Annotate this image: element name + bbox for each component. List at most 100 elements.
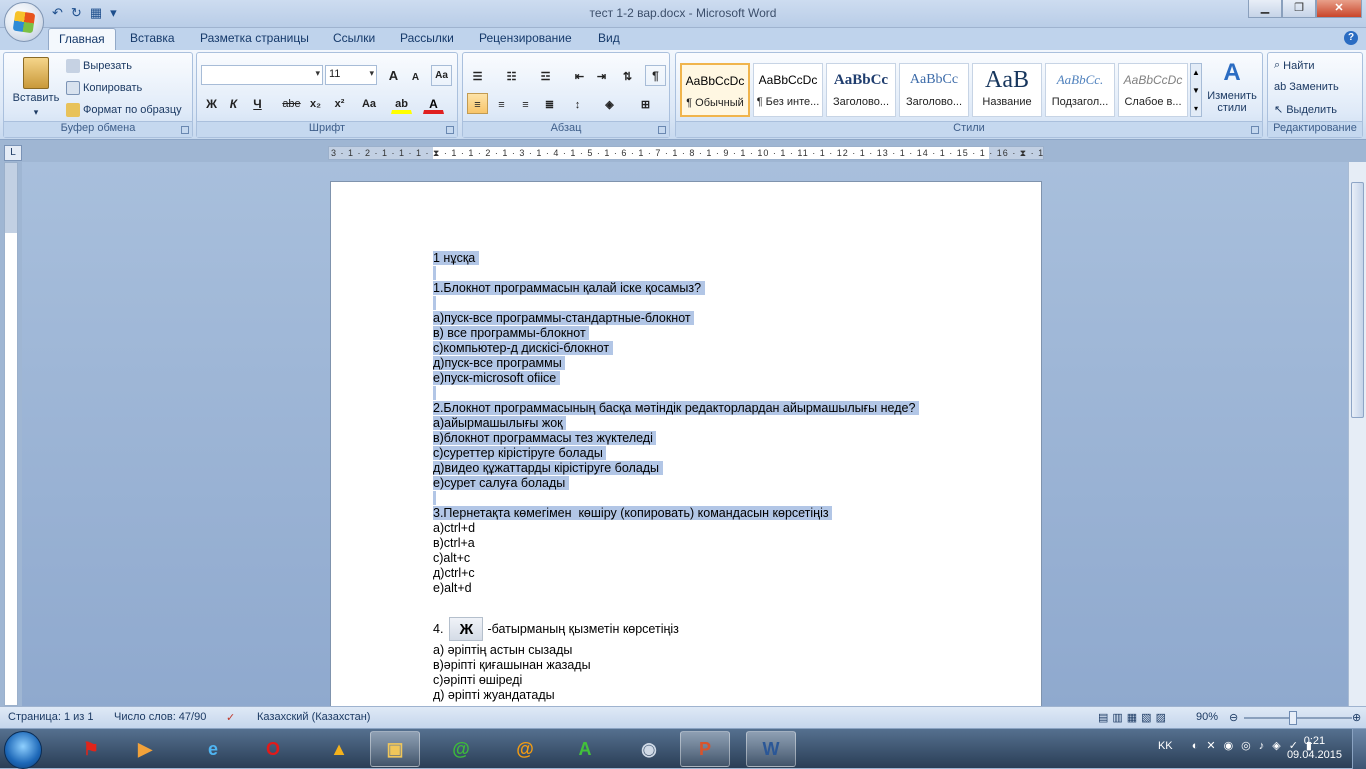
powerpoint-icon[interactable]: P — [680, 731, 730, 767]
horizontal-ruler[interactable]: 3 · 1 · 2 · 1 · 1 · 1 · ⧗ · 1 · 1 · 2 · … — [328, 146, 1044, 160]
word-icon[interactable]: W — [746, 731, 796, 767]
tab-review[interactable]: Рецензирование — [479, 31, 572, 45]
line-spacing-button[interactable]: ↕ — [567, 93, 588, 114]
replace-button[interactable]: ab Заменить — [1274, 81, 1339, 93]
zoom-in-icon[interactable]: ⊕ — [1352, 711, 1361, 724]
font-name-combo[interactable] — [201, 65, 323, 85]
italic-button[interactable]: К — [223, 93, 244, 114]
superscript-button[interactable]: x² — [329, 93, 350, 114]
underline-button[interactable]: Ч — [247, 93, 268, 114]
explorer-icon[interactable]: ▣ — [370, 731, 420, 767]
grow-font-button[interactable]: A — [383, 65, 404, 86]
sort-button[interactable]: ⇅ — [617, 65, 638, 86]
camera-icon[interactable]: ◉ — [624, 731, 674, 767]
shrink-font-button[interactable]: A — [405, 67, 426, 88]
doc-line[interactable]: а)айырмашылығы жоқ — [433, 416, 993, 431]
change-styles-button[interactable]: A Изменить стили — [1204, 59, 1260, 114]
doc-line[interactable]: д)видео құжаттарды кірістіруге болады — [433, 461, 993, 476]
justify-button[interactable]: ≣ — [539, 93, 560, 114]
zoom-slider[interactable] — [1244, 717, 1352, 719]
strikethrough-button[interactable]: abe — [281, 93, 302, 114]
style-title[interactable]: AaB Название — [972, 63, 1042, 117]
align-left-button[interactable]: ≡ — [467, 93, 488, 114]
tab-references[interactable]: Ссылки — [333, 31, 375, 45]
scrollbar-thumb[interactable] — [1351, 182, 1364, 418]
clipboard-launcher-icon[interactable] — [181, 126, 189, 134]
proofing-icon[interactable]: ✓ — [226, 711, 235, 724]
zoom-out-icon[interactable]: ⊖ — [1229, 711, 1238, 724]
cut-button[interactable]: Вырезать — [66, 59, 132, 73]
font-color-button[interactable]: A — [423, 93, 444, 114]
doc-line[interactable]: в)әріпті қиғашынан жазады — [433, 658, 993, 673]
doc-line[interactable]: 2.Блокнот программасының басқа мәтіндік … — [433, 401, 993, 416]
doc-line[interactable]: 3.Пернетақта көмегімен көшіру (копироват… — [433, 506, 993, 521]
document-body[interactable]: 1 нұсқа 1.Блокнот программасын қалай іск… — [433, 251, 993, 703]
doc-line[interactable]: с)суреттер кірістіруге болады — [433, 446, 993, 461]
mail-icon[interactable]: @ — [436, 731, 486, 767]
ie-icon[interactable]: e — [188, 731, 238, 767]
align-center-button[interactable]: ≡ — [491, 93, 512, 114]
style-heading-1[interactable]: AaBbCc Заголово... — [826, 63, 896, 117]
doc-line[interactable]: д)ctrl+c — [433, 566, 993, 581]
style-subtitle[interactable]: AaBbCc. Подзагол... — [1045, 63, 1115, 117]
page-count[interactable]: Страница: 1 из 1 — [8, 711, 94, 723]
word-count[interactable]: Число слов: 47/90 — [114, 711, 206, 723]
doc-line[interactable] — [433, 266, 993, 281]
help-icon[interactable]: ? — [1344, 31, 1358, 45]
doc-line[interactable] — [433, 596, 993, 611]
change-case-button[interactable]: Aa — [355, 93, 383, 114]
find-button[interactable]: ⌕ Найти — [1274, 59, 1315, 72]
green-a-icon[interactable]: A — [560, 731, 610, 767]
styles-scroll[interactable]: ▲ ▼ ▾ — [1190, 63, 1202, 117]
doc-line[interactable] — [433, 386, 993, 401]
start-button[interactable] — [4, 731, 42, 769]
format-painter-button[interactable]: Формат по образцу — [66, 103, 182, 117]
doc-line[interactable]: в)блокнот программасы тез жүктеледі — [433, 431, 993, 446]
tab-selector-button[interactable]: L — [4, 145, 22, 161]
agent-icon[interactable]: @ — [500, 731, 550, 767]
doc-line[interactable]: а) әріптің астын сызады — [433, 643, 993, 658]
clear-format-button[interactable]: Aa — [431, 65, 452, 86]
subscript-button[interactable]: x₂ — [305, 93, 326, 114]
doc-line[interactable]: а)ctrl+d — [433, 521, 993, 536]
borders-button[interactable]: ⊞ — [635, 93, 656, 114]
style-no-spacing[interactable]: AaBbCcDc ¶ Без инте... — [753, 63, 823, 117]
bold-button[interactable]: Ж — [201, 93, 222, 114]
paste-button[interactable]: Вставить ▾ — [8, 57, 64, 118]
doc-line[interactable]: е)пуск-microsoft ofiice — [433, 371, 993, 386]
paragraph-launcher-icon[interactable] — [658, 126, 666, 134]
tab-mailings[interactable]: Рассылки — [400, 31, 454, 45]
style-subtle-emphasis[interactable]: AaBbCcDc Слабое в... — [1118, 63, 1188, 117]
doc-line[interactable] — [433, 491, 993, 506]
show-marks-button[interactable]: ¶ — [645, 65, 666, 86]
copy-button[interactable]: Копировать — [66, 81, 142, 95]
aimp-icon[interactable]: ▲ — [314, 731, 364, 767]
vertical-scrollbar[interactable] — [1348, 162, 1366, 706]
tab-insert[interactable]: Вставка — [130, 31, 175, 45]
font-size-combo[interactable]: 11 — [325, 65, 377, 85]
show-desktop-button[interactable] — [1352, 729, 1366, 769]
increase-indent-button[interactable]: ⇥ — [591, 65, 612, 86]
zoom-knob[interactable] — [1289, 711, 1297, 725]
tab-home[interactable]: Главная — [48, 28, 116, 51]
doc-line[interactable]: в)ctrl+a — [433, 536, 993, 551]
view-buttons[interactable]: ▤▥▦▧▨ — [1098, 711, 1170, 724]
doc-line[interactable] — [433, 296, 993, 311]
question-4-line[interactable]: 4. Ж -батырманың қызметін көрсетіңіз — [433, 615, 993, 643]
doc-line[interactable]: а)пуск-все программы-стандартные-блокнот — [433, 311, 993, 326]
doc-line[interactable]: с)alt+c — [433, 551, 993, 566]
language-tray[interactable]: KK — [1158, 740, 1173, 752]
doc-line[interactable]: 1.Блокнот программасын қалай іске қосамы… — [433, 281, 993, 296]
opera-icon[interactable]: O — [248, 731, 298, 767]
doc-line[interactable]: 1 нұсқа — [433, 251, 993, 266]
doc-line[interactable]: с)компьютер-д дискісі-блокнот — [433, 341, 993, 356]
tab-page-layout[interactable]: Разметка страницы — [200, 31, 309, 45]
maximize-button[interactable]: ❐ — [1282, 0, 1316, 18]
select-button[interactable]: ↖ Выделить — [1274, 103, 1337, 117]
style-heading-2[interactable]: AaBbCc Заголово... — [899, 63, 969, 117]
tab-view[interactable]: Вид — [598, 31, 620, 45]
office-button[interactable] — [4, 2, 44, 42]
bullets-button[interactable]: ☰ — [467, 65, 488, 86]
numbering-button[interactable]: ☷ — [501, 65, 522, 86]
language-indicator[interactable]: Казахский (Казахстан) — [257, 711, 370, 723]
